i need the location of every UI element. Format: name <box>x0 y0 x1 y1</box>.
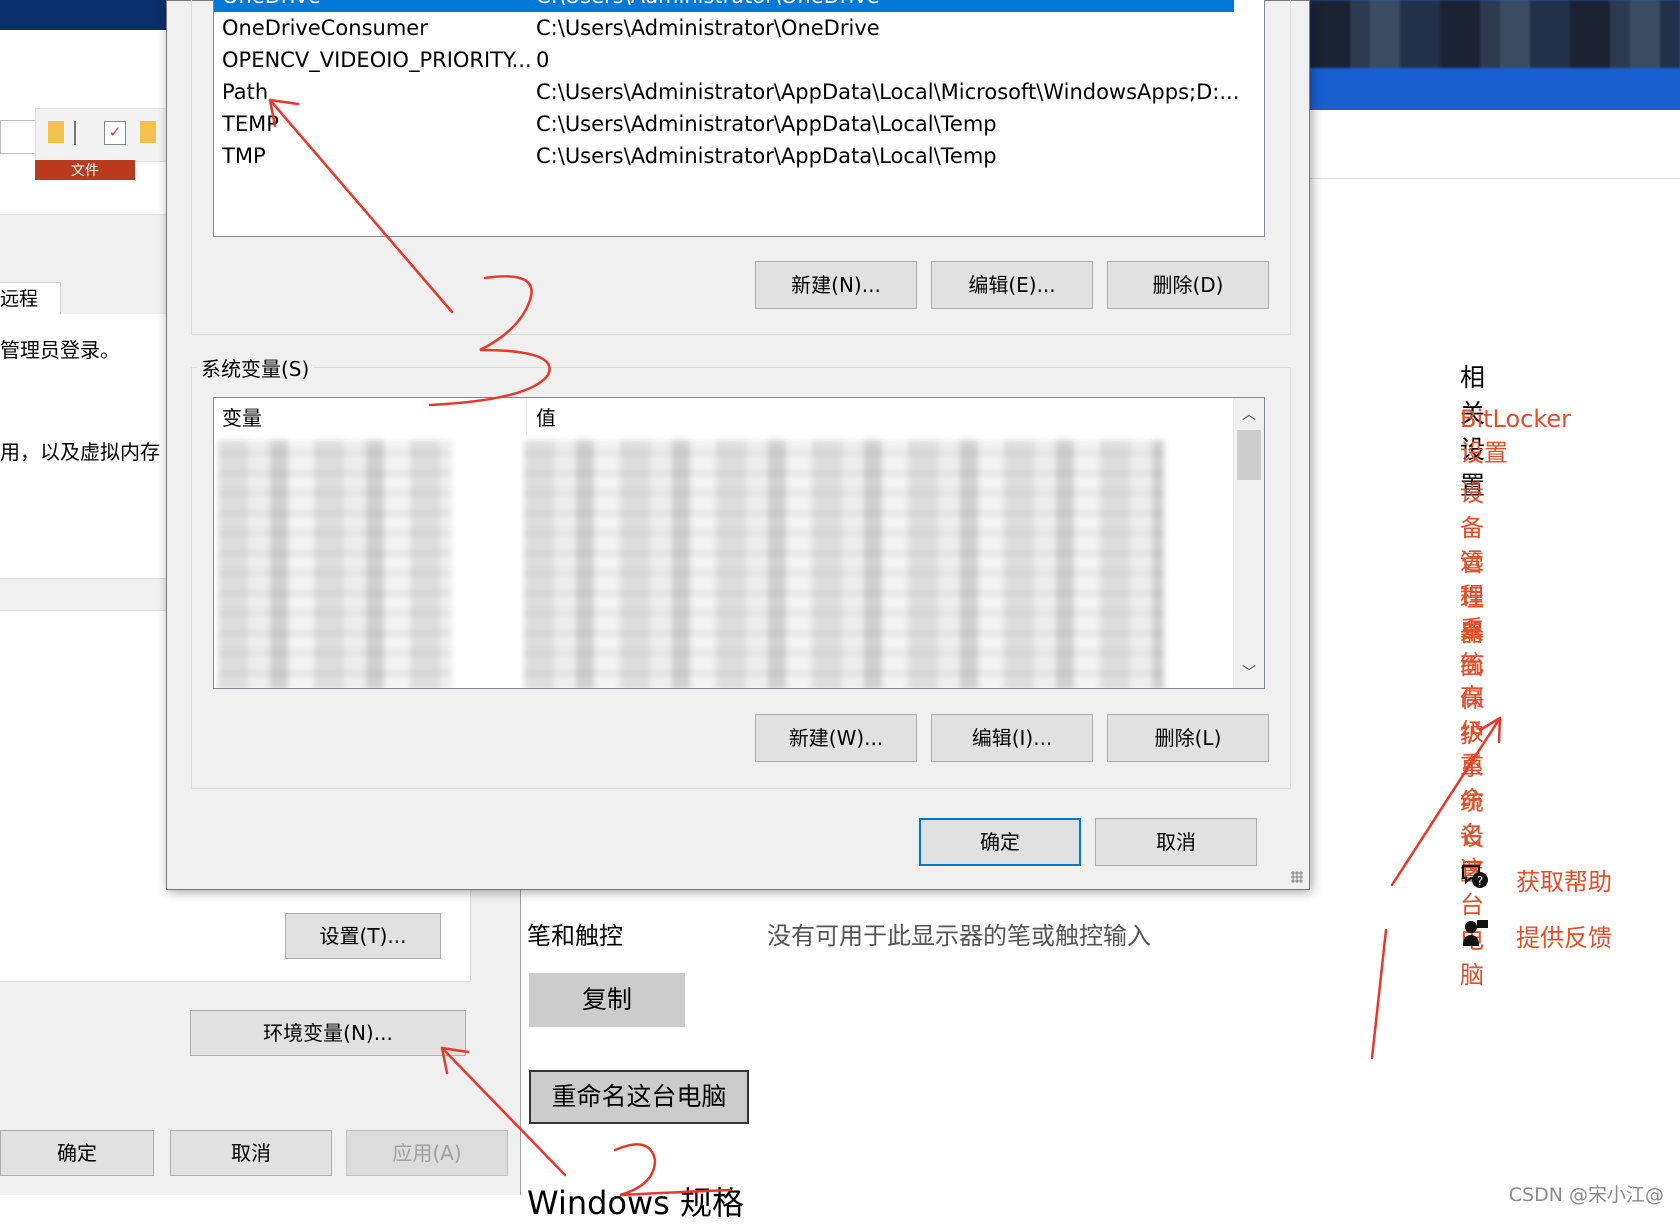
redacted-variable-names <box>218 440 452 688</box>
csdn-watermark: CSDN @宋小江@ <box>1508 1184 1664 1206</box>
env-ok-button[interactable]: 确定 <box>919 818 1081 866</box>
system-variables-label: 系统变量(S) <box>197 353 314 382</box>
pen-touch-label: 笔和触控 <box>527 922 623 950</box>
bitlocker-settings-link[interactable]: BitLocker 设置 <box>1460 405 1571 468</box>
resize-grip[interactable] <box>1291 871 1303 883</box>
rename-this-pc-button[interactable]: 重命名这台电脑 <box>529 1070 749 1124</box>
explorer-titlebar <box>0 0 175 30</box>
give-feedback-link[interactable]: 提供反馈 <box>1516 918 1612 953</box>
env-cancel-button[interactable]: 取消 <box>1095 818 1257 866</box>
explorer-address-bar[interactable] <box>0 120 37 154</box>
file-tab[interactable]: 文件 <box>35 160 135 180</box>
divider <box>1310 178 1680 179</box>
folder-icon[interactable] <box>140 121 156 143</box>
copy-button[interactable]: 复制 <box>529 973 685 1027</box>
folder-icon[interactable] <box>48 121 64 143</box>
scrollbar-thumb[interactable] <box>1237 430 1261 480</box>
system-delete-button[interactable]: 删除(L) <box>1107 714 1269 762</box>
performance-description: 用，以及虚拟内存 <box>0 440 160 464</box>
column-header-value[interactable]: 值 <box>536 398 556 434</box>
blurred-taskbar-area <box>1310 0 1680 68</box>
separator <box>74 121 76 145</box>
explorer-ribbon-area <box>0 30 175 110</box>
list-item-path[interactable]: Path C:\Users\Administrator\AppData\Local… <box>214 76 1239 108</box>
admin-login-text: 管理员登录。 <box>0 338 120 362</box>
list-item[interactable]: TMP C:\Users\Administrator\AppData\Local\… <box>214 140 1234 172</box>
system-variables-scrollbar[interactable]: ︿ ﹀ <box>1233 398 1264 688</box>
list-item[interactable]: OPENCV_VIDEOIO_PRIORITY... 0 <box>214 44 1234 76</box>
pen-touch-value: 没有可用于此显示器的笔或触控输入 <box>767 922 1151 950</box>
explorer-quick-toolbar: ✓ <box>35 108 177 162</box>
user-new-button[interactable]: 新建(N)... <box>755 261 917 309</box>
user-edit-button[interactable]: 编辑(E)... <box>931 261 1093 309</box>
get-help-link[interactable]: 获取帮助 <box>1516 862 1612 897</box>
svg-text:?: ? <box>1477 874 1483 888</box>
system-properties-ok-button[interactable]: 确定 <box>0 1130 154 1176</box>
environment-variables-dialog: OneDriveC:\Users\Administrator\OneDrive … <box>166 0 1310 890</box>
list-item[interactable]: OneDriveC:\Users\Administrator\OneDrive <box>214 0 1234 12</box>
apply-button[interactable]: 应用(A) <box>346 1130 508 1176</box>
system-variables-list[interactable]: 变量 值 ︿ ﹀ <box>213 397 1265 689</box>
checkbox-properties-icon[interactable]: ✓ <box>104 121 126 145</box>
user-delete-button[interactable]: 删除(D) <box>1107 261 1269 309</box>
feedback-icon <box>1462 918 1490 948</box>
system-new-button[interactable]: 新建(W)... <box>755 714 917 762</box>
system-properties-cancel-button[interactable]: 取消 <box>170 1130 332 1176</box>
settings-right-panel <box>1310 110 1680 1215</box>
scroll-up-icon[interactable]: ︿ <box>1242 404 1256 424</box>
scroll-down-icon[interactable]: ﹀ <box>1242 662 1256 682</box>
system-edit-button[interactable]: 编辑(I)... <box>931 714 1093 762</box>
tab-remote[interactable]: 远程 <box>0 282 61 316</box>
list-item[interactable]: TEMP C:\Users\Administrator\AppData\Local… <box>214 108 1234 140</box>
windows-spec-heading: Windows 规格 <box>527 1184 745 1222</box>
list-item[interactable]: OneDriveConsumer C:\Users\Administrator\O… <box>214 12 1234 44</box>
help-icon: ? <box>1460 862 1490 892</box>
user-variables-list[interactable]: OneDriveC:\Users\Administrator\OneDrive … <box>213 0 1265 237</box>
redacted-variable-values <box>524 440 1164 688</box>
settings-button[interactable]: 设置(T)... <box>285 913 441 959</box>
environment-variables-button[interactable]: 环境变量(N)... <box>190 1010 466 1056</box>
column-header-variable[interactable]: 变量 <box>222 398 262 434</box>
column-separator[interactable] <box>526 398 527 434</box>
